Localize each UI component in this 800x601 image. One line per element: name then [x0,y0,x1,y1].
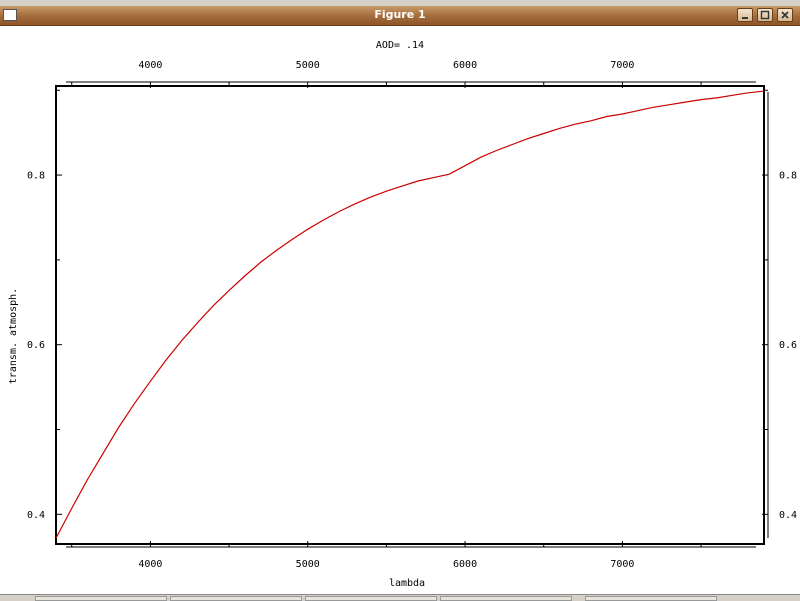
x-axis-label: lambda [389,578,425,589]
y-tick-label-left: 0.4 [27,510,45,521]
x-tick-label-bottom: 5000 [296,559,320,570]
maximize-icon [760,10,770,20]
y-tick-label-right: 0.4 [779,510,797,521]
taskbar-item[interactable] [440,596,572,601]
minimize-icon [742,17,748,19]
y-axis-label: transm. atmosph. [8,288,19,384]
y-tick-label-right: 0.8 [779,171,797,182]
plot-frame [55,85,765,545]
taskbar-item[interactable] [305,596,437,601]
maximize-button[interactable] [757,8,773,22]
y-tick-label-left: 0.8 [27,171,45,182]
taskbar-item[interactable] [585,596,717,601]
y-tick-label-left: 0.6 [27,340,45,351]
x-tick-label-top: 7000 [610,60,634,71]
y-tick-label-right: 0.6 [779,340,797,351]
plot-area: AOD= .14 4000 4000 5000 5000 6000 6000 7000 700… [8,40,797,589]
x-tick-label-top: 6000 [453,60,477,71]
x-tick-label-bottom: 7000 [610,559,634,570]
taskbar-item[interactable] [170,596,302,601]
window-title: Figure 1 [374,8,426,21]
window-titlebar[interactable]: Figure 1 [0,6,800,26]
close-icon [781,11,789,19]
minimize-button[interactable] [737,8,753,22]
x-tick-label-top: 5000 [296,60,320,71]
close-button[interactable] [777,8,793,22]
taskbar-item[interactable] [35,596,167,601]
chart-title: AOD= .14 [376,40,424,51]
figure-canvas: AOD= .14 4000 4000 5000 5000 6000 6000 7000 700… [0,26,800,594]
x-tick-label-bottom: 4000 [138,559,162,570]
x-tick-label-top: 4000 [138,60,162,71]
x-tick-label-bottom: 6000 [453,559,477,570]
